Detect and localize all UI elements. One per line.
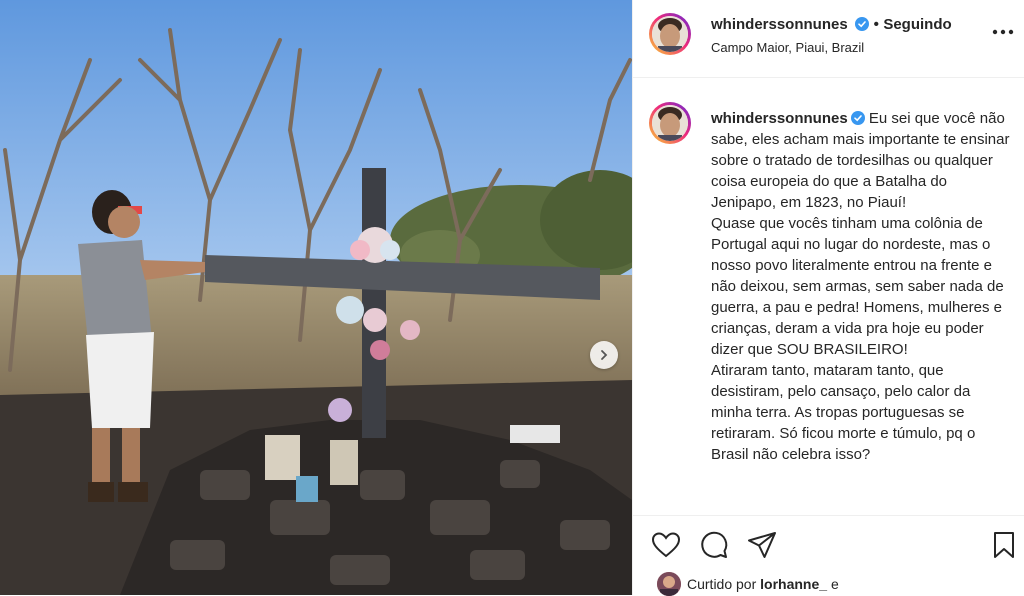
liked-by-suffix: e: [830, 576, 839, 592]
caption-avatar-image: [652, 105, 688, 141]
header-username[interactable]: whinderssonnunes: [711, 16, 848, 33]
post-photo[interactable]: [0, 0, 632, 595]
liked-by-avatar[interactable]: [657, 572, 681, 596]
avatar[interactable]: [649, 13, 691, 55]
liked-by-prefix: Curtido por: [687, 576, 757, 592]
verified-badge-icon: [855, 17, 870, 31]
post-photo-scene: [0, 0, 632, 595]
bookmark-icon[interactable]: [989, 530, 1019, 560]
separator-dot: •: [873, 16, 879, 33]
heart-icon[interactable]: [651, 530, 681, 560]
caption-text: Eu sei que você não sabe, eles acham mai…: [711, 110, 1010, 463]
post-location[interactable]: Campo Maior, Piaui, Brazil: [711, 40, 864, 55]
post-side-panel: whinderssonnunes • Seguindo Campo Maior,…: [632, 0, 1024, 596]
more-options-icon[interactable]: [991, 26, 1015, 38]
follow-status-button[interactable]: Seguindo: [883, 16, 951, 33]
caption-avatar[interactable]: [649, 102, 691, 144]
liked-by-user[interactable]: lorhanne_: [760, 576, 827, 592]
chevron-right-icon: [601, 350, 608, 360]
share-icon[interactable]: [747, 530, 777, 560]
carousel-next-button[interactable]: [590, 341, 618, 369]
post-header: whinderssonnunes • Seguindo Campo Maior,…: [633, 0, 1024, 78]
post-actions: Curtido por lorhanne_ e: [633, 515, 1024, 596]
avatar-image: [652, 16, 688, 52]
liked-by-row: Curtido por lorhanne_ e: [657, 572, 839, 596]
caption-text-block: whinderssonnunes Eu sei que você não sab…: [711, 108, 1011, 465]
caption-username[interactable]: whinderssonnunes: [711, 110, 848, 127]
liked-by-avatar-image: [657, 572, 681, 596]
comment-icon[interactable]: [699, 530, 729, 560]
caption-area: whinderssonnunes Eu sei que você não sab…: [633, 96, 1024, 510]
verified-badge-icon: [850, 111, 865, 125]
